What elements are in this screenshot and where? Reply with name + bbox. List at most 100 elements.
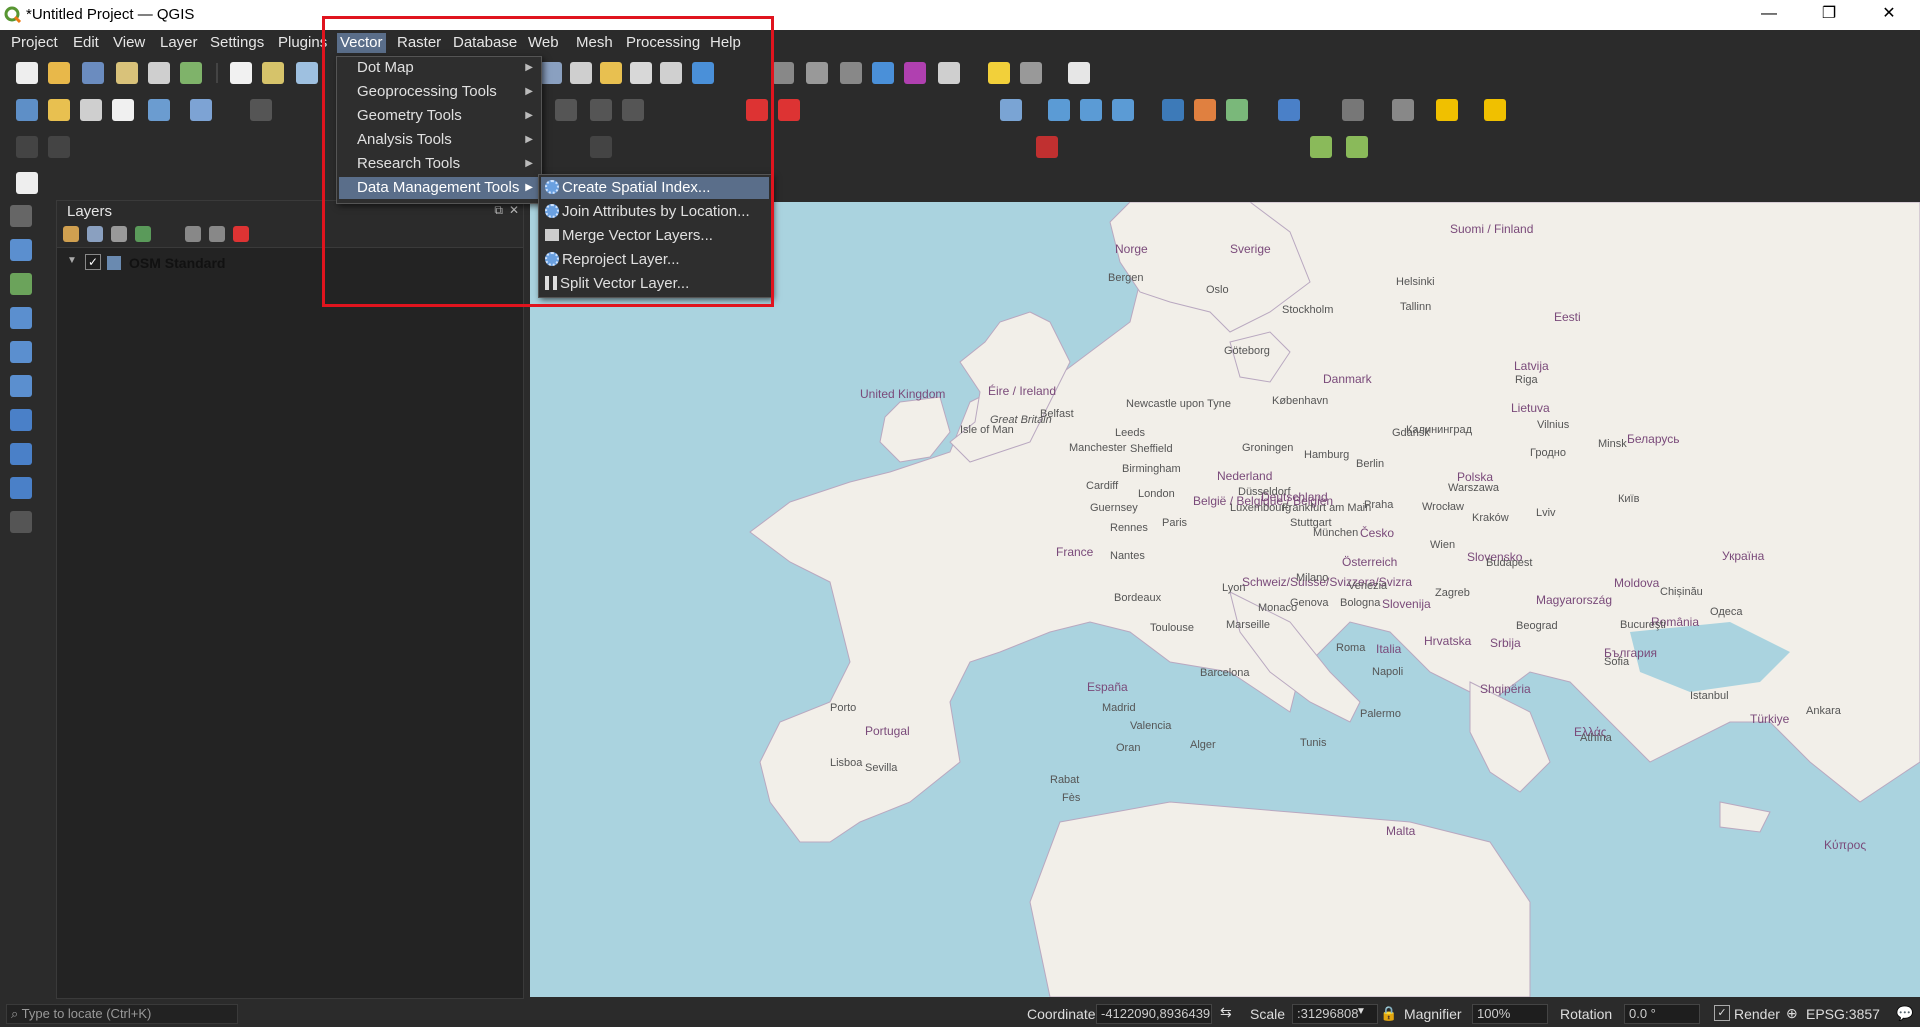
paste-icon[interactable] xyxy=(555,99,577,121)
menu-item-split-vector-layer[interactable]: Split Vector Layer... xyxy=(541,273,769,295)
edit-pencil-icon[interactable] xyxy=(250,99,272,121)
text-annotation-icon[interactable] xyxy=(1068,62,1090,84)
label-abc-icon[interactable] xyxy=(778,99,800,121)
open-project-icon[interactable] xyxy=(48,62,70,84)
snapping-magnet-icon[interactable] xyxy=(1036,136,1058,158)
help-icon[interactable] xyxy=(1278,99,1300,121)
measure-line-icon[interactable] xyxy=(938,62,960,84)
menu-item-geoprocessing-tools[interactable]: Geoprocessing Tools ▶ xyxy=(339,81,539,103)
selection-tool-icon[interactable] xyxy=(1342,99,1364,121)
add-postgis-layer-icon[interactable] xyxy=(10,341,32,363)
settings-gear-icon[interactable] xyxy=(1020,62,1042,84)
menu-item-create-spatial-index[interactable]: Create Spatial Index... xyxy=(541,177,769,199)
undock-icon[interactable]: ⧉ xyxy=(494,203,503,218)
add-wms-layer-icon[interactable] xyxy=(1048,99,1070,121)
grid-layout-icon[interactable] xyxy=(590,136,612,158)
menu-settings[interactable]: Settings xyxy=(207,33,267,53)
save-project-icon[interactable] xyxy=(82,62,104,84)
add-wfs-icon[interactable] xyxy=(10,477,32,499)
advanced-digitizing-icon[interactable] xyxy=(16,136,38,158)
filter-icon[interactable] xyxy=(135,226,151,242)
menu-project[interactable]: Project xyxy=(8,33,61,53)
lock-scale-icon[interactable]: 🔒 xyxy=(1380,1005,1397,1022)
add-mesh-layer-icon[interactable] xyxy=(10,375,32,397)
new-project-icon[interactable] xyxy=(16,62,38,84)
add-vector-layer-icon[interactable] xyxy=(10,239,32,261)
style-icon[interactable] xyxy=(63,226,79,242)
select-by-area-icon[interactable] xyxy=(1392,99,1414,121)
shape-digitizing-icon[interactable] xyxy=(48,136,70,158)
toggle-editing-icon[interactable] xyxy=(148,99,170,121)
vertex-tool-icon[interactable] xyxy=(190,99,212,121)
new-3d-view-icon[interactable] xyxy=(570,62,592,84)
add-delimited-text-icon[interactable] xyxy=(10,205,32,227)
add-wcs-layer-icon[interactable] xyxy=(1112,99,1134,121)
add-wms-icon[interactable] xyxy=(10,409,32,431)
menu-processing[interactable]: Processing xyxy=(623,33,703,53)
layout-manager-icon[interactable] xyxy=(148,62,170,84)
add-group-icon[interactable] xyxy=(87,226,103,242)
undo-icon[interactable] xyxy=(590,99,612,121)
statistical-summary-icon[interactable] xyxy=(904,62,926,84)
digitize-icon[interactable] xyxy=(112,99,134,121)
menu-database[interactable]: Database xyxy=(450,33,520,53)
close-panel-icon[interactable]: ✕ xyxy=(509,203,519,217)
maximize-button[interactable]: ❐ xyxy=(1806,0,1852,30)
label-tool-icon[interactable] xyxy=(746,99,768,121)
plugin-palette-icon[interactable] xyxy=(1194,99,1216,121)
remove-layer-icon[interactable] xyxy=(233,226,249,242)
new-bookmark-icon[interactable] xyxy=(600,62,622,84)
locator-search-input[interactable]: ⌕ Type to locate (Ctrl+K) xyxy=(6,1004,238,1024)
attribute-table-icon[interactable] xyxy=(806,62,828,84)
new-geopackage-layer-icon[interactable] xyxy=(48,99,70,121)
refresh-icon[interactable] xyxy=(692,62,714,84)
map-canvas[interactable]: United Kingdom Éire / Ireland France Esp… xyxy=(530,202,1920,997)
menu-plugins[interactable]: Plugins xyxy=(275,33,330,53)
visibility-eye-icon[interactable] xyxy=(111,226,127,242)
menu-item-analysis-tools[interactable]: Analysis Tools ▶ xyxy=(339,129,539,151)
select-features-icon[interactable] xyxy=(1484,99,1506,121)
render-checkbox[interactable]: ✓ xyxy=(1714,1005,1730,1021)
new-print-layout-icon[interactable] xyxy=(116,62,138,84)
scale-dropdown-icon[interactable]: ▼ xyxy=(1356,1006,1366,1017)
pan-to-selection-icon[interactable] xyxy=(262,62,284,84)
menu-view[interactable]: View xyxy=(110,33,148,53)
style-manager-icon[interactable] xyxy=(180,62,202,84)
messages-icon[interactable]: 💬 xyxy=(1896,1005,1913,1022)
add-wfs-layer-icon[interactable] xyxy=(1080,99,1102,121)
identify-features-icon[interactable] xyxy=(772,62,794,84)
menu-item-merge-vector-layers[interactable]: Merge Vector Layers... xyxy=(541,225,769,247)
menu-mesh[interactable]: Mesh xyxy=(573,33,616,53)
menu-item-dot-map[interactable]: Dot Map ▶ xyxy=(339,57,539,79)
temporal-controller-icon[interactable] xyxy=(660,62,682,84)
toggle-extents-icon[interactable]: ⇆ xyxy=(1220,1004,1232,1021)
topology-tool-icon[interactable] xyxy=(1346,136,1368,158)
expand-all-icon[interactable] xyxy=(185,226,201,242)
trace-icon[interactable] xyxy=(1310,136,1332,158)
menu-help[interactable]: Help xyxy=(707,33,744,53)
menu-web[interactable]: Web xyxy=(525,33,562,53)
zoom-in-icon[interactable] xyxy=(296,62,318,84)
processing-toolbox-icon[interactable] xyxy=(872,62,894,84)
add-xyz-icon[interactable] xyxy=(10,443,32,465)
layer-visibility-checkbox[interactable]: ✓ xyxy=(85,254,101,270)
minimize-button[interactable]: — xyxy=(1746,0,1792,30)
deselect-icon[interactable] xyxy=(1436,99,1458,121)
add-virtual-layer-icon[interactable] xyxy=(10,511,32,533)
plugin-layers-icon[interactable] xyxy=(1226,99,1248,121)
menu-item-data-management-tools[interactable]: Data Management Tools ▶ xyxy=(339,177,539,199)
database-icon[interactable] xyxy=(1000,99,1022,121)
collapse-all-icon[interactable] xyxy=(209,226,225,242)
show-bookmarks-icon[interactable] xyxy=(630,62,652,84)
layer-row-osm[interactable]: ▼ ✓ OSM Standard xyxy=(57,254,523,275)
add-spatialite-layer-icon[interactable] xyxy=(10,307,32,329)
pan-map-icon[interactable] xyxy=(230,62,252,84)
crs-label[interactable]: EPSG:3857 xyxy=(1806,1006,1880,1022)
menu-item-geometry-tools[interactable]: Geometry Tools ▶ xyxy=(339,105,539,127)
field-calculator-icon[interactable] xyxy=(840,62,862,84)
menu-raster[interactable]: Raster xyxy=(394,33,444,53)
menu-vector[interactable]: Vector xyxy=(337,33,386,53)
new-temporary-layer-icon[interactable] xyxy=(80,99,102,121)
close-button[interactable]: ✕ xyxy=(1866,0,1912,30)
menu-item-reproject-layer[interactable]: Reproject Layer... xyxy=(541,249,769,271)
